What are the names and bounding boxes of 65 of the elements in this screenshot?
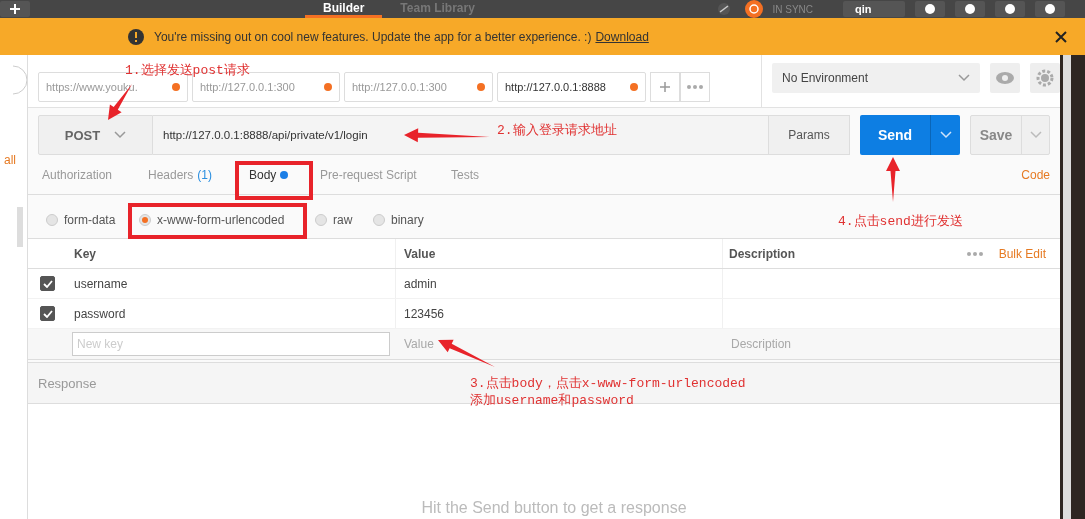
scrollbar[interactable] (17, 207, 23, 247)
radio-button[interactable] (139, 213, 151, 226)
more-tabs-button[interactable] (680, 72, 710, 102)
editor-tab[interactable]: Headers (1) (138, 167, 239, 182)
sync-status: IN SYNC (772, 3, 813, 15)
response-hint: Hit the Send button to get a response (421, 499, 687, 517)
close-icon[interactable] (1055, 30, 1067, 43)
annotation-arrow (438, 339, 495, 367)
request-tab[interactable]: http://127.0.0.1:300 (344, 72, 493, 102)
checkbox[interactable] (40, 276, 55, 291)
table-cell: password (66, 299, 396, 328)
user-button[interactable]: qin (843, 1, 905, 17)
radio-label: binary (391, 212, 424, 227)
editor-tab[interactable]: Body (239, 167, 310, 182)
annotation-text: 4.点击send进行发送 (838, 213, 963, 230)
radio-label: raw (333, 212, 353, 227)
radio-label: x-www-form-urlencoded (157, 212, 285, 227)
banner-message: You're missing out on cool new features. Update the app for a better experience. :) (154, 29, 592, 44)
eye-icon[interactable] (990, 63, 1020, 93)
table-cell: username (66, 269, 396, 298)
table-cell: 123456 (396, 299, 723, 328)
table-cell: admin (396, 269, 723, 298)
more-icon (687, 85, 703, 89)
radio-label: form-data (64, 212, 116, 227)
checkbox[interactable] (40, 306, 55, 321)
chevron-icon (114, 131, 127, 139)
more-icon[interactable] (966, 251, 983, 256)
environment-select[interactable]: No Environment (772, 63, 980, 93)
annotation-text: 2.输入登录请求地址 (497, 122, 617, 139)
radio-button[interactable] (373, 213, 385, 226)
request-tab[interactable]: http://127.0.0.1:8888 (497, 72, 646, 102)
value-input[interactable]: Value (396, 337, 723, 351)
new-tab-button[interactable] (650, 72, 680, 102)
plus-icon (9, 3, 21, 15)
radio-button[interactable] (46, 213, 58, 226)
radio-button[interactable] (315, 213, 327, 226)
column-header: Description (729, 245, 795, 263)
response-title: Response (38, 375, 97, 391)
description-input[interactable]: Description (723, 337, 1060, 351)
tab-url: http://127.0.0.1:300 (352, 81, 447, 93)
editor-tab[interactable]: Pre-request Script (310, 167, 441, 182)
download-link[interactable]: Download (595, 29, 649, 44)
column-header: Key (66, 239, 396, 268)
editor-tab[interactable]: Tests (441, 167, 501, 182)
all-link[interactable]: all (4, 153, 16, 167)
tab-url: http://127.0.0.1:8888 (505, 81, 606, 93)
search-field-edge[interactable] (13, 65, 27, 95)
settings-icon[interactable] (1030, 63, 1060, 93)
tab-url: http://127.0.0.1:300 (200, 81, 295, 93)
params-button[interactable]: Params (769, 115, 850, 155)
chevron-icon (1029, 131, 1042, 139)
new-button[interactable] (0, 1, 30, 17)
method-select[interactable]: POST (38, 115, 153, 155)
bulk-edit-link[interactable]: Bulk Edit (998, 246, 1046, 261)
column-header: Value (396, 239, 723, 268)
plus-icon (660, 82, 670, 92)
editor-tab[interactable]: Authorization (32, 167, 138, 182)
sync-logo-icon (744, 0, 765, 18)
annotation-text: 3.点击body，点击x-www-form-urlencoded 添加username和password (470, 375, 746, 409)
tab-url: https://www.youku. (46, 81, 138, 93)
scrollbar[interactable] (1063, 55, 1071, 519)
chevron-icon (939, 131, 952, 139)
warning-icon (128, 28, 144, 45)
code-link[interactable]: Code (1021, 167, 1050, 182)
chevron-icon (958, 74, 970, 82)
